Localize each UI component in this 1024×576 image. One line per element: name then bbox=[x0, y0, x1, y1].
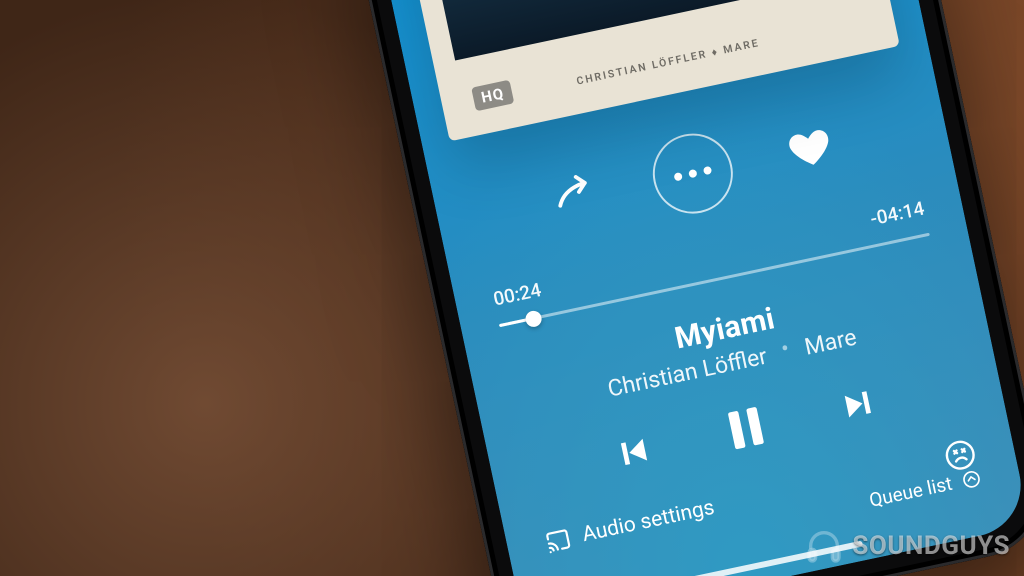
previous-track-button[interactable] bbox=[610, 430, 655, 475]
next-track-button[interactable] bbox=[837, 381, 882, 426]
chromecast-icon bbox=[543, 525, 574, 556]
seek-thumb[interactable] bbox=[524, 309, 543, 328]
music-player-screen: HQ CHRISTIAN LÖFFLER ♦ MARE bbox=[350, 0, 1024, 576]
share-icon[interactable] bbox=[547, 171, 602, 226]
track-album[interactable]: Mare bbox=[802, 324, 859, 361]
more-options-button[interactable] bbox=[645, 126, 740, 221]
favorite-heart-icon[interactable] bbox=[784, 123, 836, 175]
pause-button[interactable] bbox=[716, 398, 775, 457]
audio-settings-label: Audio settings bbox=[580, 496, 716, 547]
watermark-text: SOUNDGUYS bbox=[852, 531, 1010, 561]
watermark: SOUNDGUYS bbox=[804, 526, 1010, 566]
phone-frame: HQ CHRISTIAN LÖFFLER ♦ MARE bbox=[324, 0, 1024, 576]
photo-scene: HQ CHRISTIAN LÖFFLER ♦ MARE bbox=[0, 0, 1024, 576]
chevron-up-circle-icon bbox=[960, 467, 984, 491]
audio-settings-button[interactable]: Audio settings bbox=[543, 495, 717, 556]
meta-separator-icon: • bbox=[779, 335, 792, 363]
headphones-icon bbox=[804, 526, 844, 566]
